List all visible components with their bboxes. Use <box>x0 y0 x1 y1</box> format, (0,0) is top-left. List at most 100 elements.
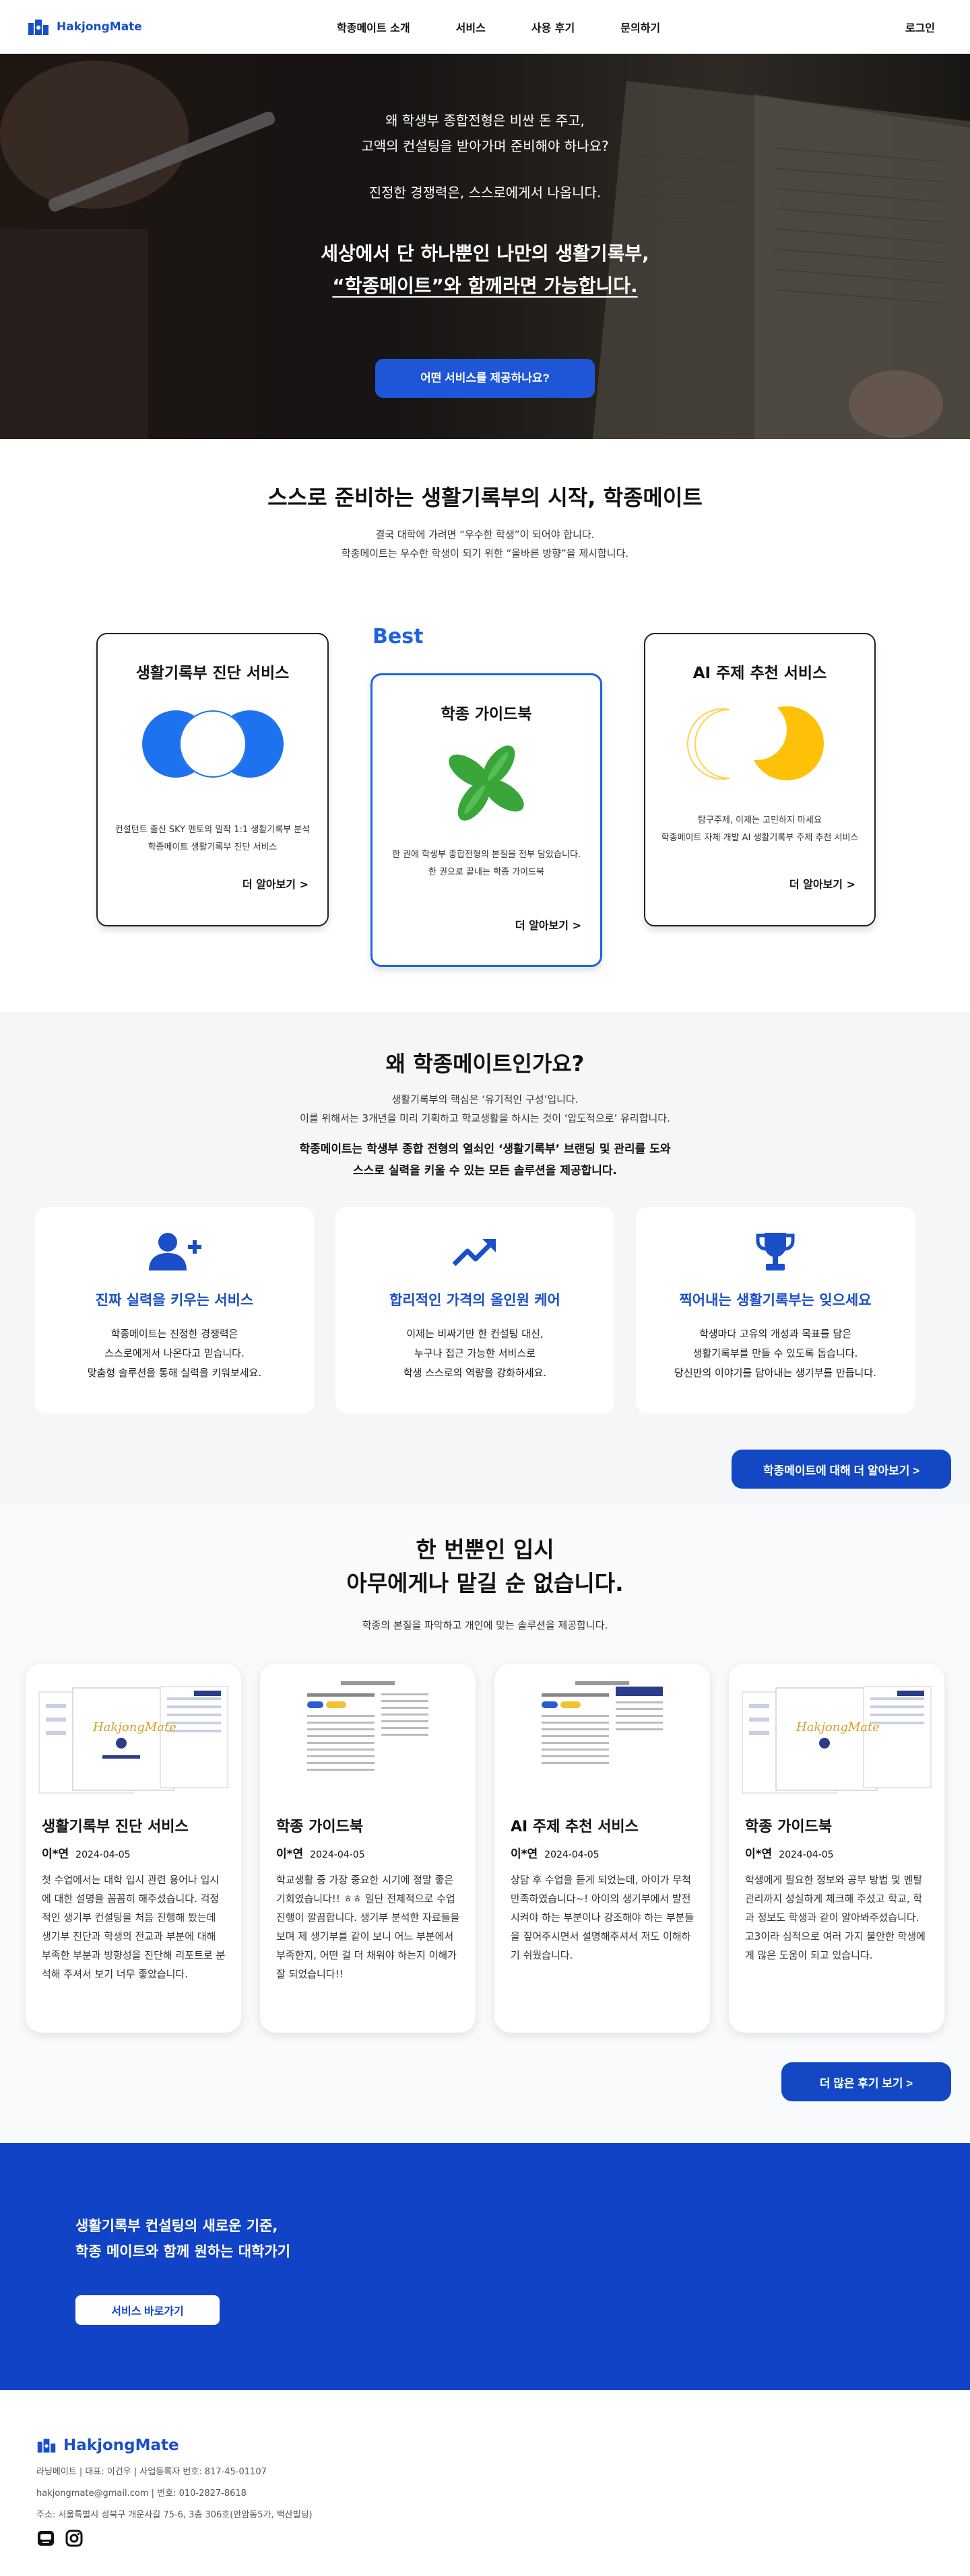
footer-logo[interactable]: HakjongMate <box>36 2436 179 2455</box>
card-title: 학종 가이드북 <box>441 706 532 723</box>
review-body: 첫 수업에서는 대학 입시 관련 용어나 입시에 대한 설명을 꼼꼼히 해주셨습… <box>42 1874 226 1980</box>
main-nav: 학종메이트 소개 서비스 사용 후기 문의하기 <box>337 19 660 35</box>
overlapping-circles-icon <box>141 710 284 778</box>
footer-address: 주소: 서울특별시 성북구 개운사길 75-6, 3층 306호(안암동5가, … <box>36 2510 313 2520</box>
clover-icon <box>449 745 524 821</box>
site-footer: HakjongMate 라닝메이트 | 대표: 이건우 | 사업등록자 번호: … <box>0 2390 970 2576</box>
logo-text: HakjongMate <box>57 20 142 34</box>
review-card[interactable]: HakjongMate 학종 가이드북 이*연 2024-04-05 학생에게 필… <box>729 1664 944 2033</box>
reviews-subtitle: 학종의 본질을 파악하고 개인에 맞는 솔루션을 제공합니다. <box>362 1619 608 1631</box>
review-card[interactable]: AI 주제 추천 서비스 이*연 2024-04-05 상담 후 수업을 듣게 되… <box>494 1664 710 2033</box>
why-card-title: 진짜 실력을 키우는 서비스 <box>95 1292 254 1308</box>
why-card-title: 찍어내는 생활기록부는 잊으세요 <box>679 1292 872 1308</box>
hero-headline-line2: “학종메이트”와 함께라면 가능합니다. <box>332 275 638 297</box>
logo[interactable]: HakjongMate <box>27 17 142 37</box>
login-link[interactable]: 로그인 <box>905 19 935 35</box>
why-card-line: 누구나 접근 가능한 서비스로 <box>414 1347 536 1359</box>
why-card-line: 맞춤형 솔루션을 통해 실력을 키워보세요. <box>87 1367 262 1379</box>
card-title: 생활기록부 진단 서비스 <box>135 665 290 682</box>
learn-more-button[interactable]: 학종메이트에 대해 더 알아보기 > <box>732 1450 951 1489</box>
thumbnail-logo: HakjongMate <box>92 1720 176 1734</box>
card-guidebook[interactable]: 학종 가이드북 한 권에 학생부 종합전형의 본질을 전부 담았습니다. 한 권… <box>370 673 602 967</box>
reviews-title-1: 한 번뿐인 입시 <box>416 1536 554 1563</box>
review-thumbnail: HakjongMate <box>26 1664 241 1808</box>
review-title: 학종 가이드북 <box>745 1819 833 1835</box>
card-title: AI 주제 추천 서비스 <box>692 665 827 682</box>
logo-icon <box>37 2439 56 2453</box>
review-date: 2024-04-05 <box>779 1850 834 1860</box>
review-date: 2024-04-05 <box>310 1850 365 1860</box>
review-card[interactable]: HakjongMate 생활기록부 진단 서비스 이*연 2024-04-05 첫… <box>26 1664 241 2033</box>
hero-headline-line1: 세상에서 단 하나뿐인 나만의 생활기록부, <box>321 242 649 265</box>
hero-services-button[interactable]: 어떤 서비스를 제공하나요? <box>375 359 595 398</box>
trending-up-icon <box>452 1239 496 1266</box>
report-preview-image: HakjongMate <box>38 1686 228 1794</box>
services-section: 스스로 준비하는 생활기록부의 시작, 학종메이트 결국 대학에 가려면 “우수… <box>0 481 970 1012</box>
why-card-line: 학종메이트는 진정한 경쟁력은 <box>110 1328 238 1340</box>
review-author: 이*연 <box>276 1848 304 1861</box>
review-date: 2024-04-05 <box>75 1850 131 1860</box>
blog-icon[interactable] <box>36 2529 55 2548</box>
cta-line-2: 학종 메이트와 함께 원하는 대학가기 <box>75 2243 291 2260</box>
services-subtitle-2: 학종메이트는 우수한 학생이 되기 위한 “올바른 방향”을 제시합니다. <box>341 547 629 560</box>
why-emphasis-1: 학종메이트는 학생부 종합 전형의 열쇠인 ‘생활기록부’ 브랜딩 및 관리를 … <box>299 1143 671 1156</box>
why-card-line: 이제는 비싸기만 한 컨설팅 대신, <box>406 1328 544 1340</box>
hero-section: 왜 학생부 종합전형은 비싼 돈 주고, 고액의 컨설팅을 받아가며 준비해야 … <box>0 54 970 439</box>
why-card-skill: 진짜 실력을 키우는 서비스 학종메이트는 진정한 경쟁력은 스스로에게서 나온… <box>35 1207 314 1413</box>
report-preview-image <box>300 1677 435 1798</box>
review-thumbnail <box>260 1664 476 1808</box>
review-title: 생활기록부 진단 서비스 <box>42 1819 189 1835</box>
nav-about[interactable]: 학종메이트 소개 <box>337 19 410 35</box>
services-title: 스스로 준비하는 생활기록부의 시작, 학종메이트 <box>267 485 703 510</box>
review-title: 학종 가이드북 <box>276 1819 364 1835</box>
why-subtitle-2: 이를 위해서는 3개년을 미리 기획하고 학교생활을 하시는 것이 ‘압도적으로… <box>300 1112 670 1124</box>
user-plus-icon <box>149 1233 201 1270</box>
footer-contact-info: hakjongmate@gmail.com | 번호: 010-2827-861… <box>36 2488 247 2499</box>
nav-reviews[interactable]: 사용 후기 <box>531 19 575 35</box>
cta-section: 생활기록부 컨설팅의 새로운 기준, 학종 메이트와 함께 원하는 대학가기 서… <box>0 2143 970 2390</box>
why-card-title: 합리적인 가격의 올인원 케어 <box>389 1292 560 1308</box>
review-thumbnail: HakjongMate <box>729 1664 944 1808</box>
card-desc-2: 한 권으로 끝내는 학종 가이드북 <box>428 867 544 877</box>
footer-logo-text: HakjongMate <box>63 2437 179 2454</box>
card-desc-1: 탐구주제, 이제는 고민하지 마세요 <box>698 815 822 825</box>
cta-line-1: 생활기록부 컨설팅의 새로운 기준, <box>75 2218 278 2234</box>
reviews-title-2: 아무에게나 맡길 순 없습니다. <box>346 1570 624 1596</box>
hero-question-line1: 왜 학생부 종합전형은 비싼 돈 주고, <box>385 112 585 129</box>
card-more-link[interactable]: 더 알아보기 > <box>515 916 581 933</box>
card-desc-2: 학종메이트 자체 개발 AI 생활기록부 주제 추천 서비스 <box>661 833 859 843</box>
why-card-line: 학생 스스로의 역량을 강화하세요. <box>403 1367 547 1379</box>
why-section: 왜 학종메이트인가요? 생활기록부의 핵심은 ‘유기적인 구성’입니다. 이를 … <box>0 1012 970 1503</box>
moon-icon <box>686 700 824 780</box>
review-card[interactable]: 학종 가이드북 이*연 2024-04-05 학교생활 중 가장 중요한 시기에 … <box>260 1664 476 2033</box>
card-more-link[interactable]: 더 알아보기 > <box>789 875 855 891</box>
why-card-line: 당신만의 이야기를 담아내는 생기부를 만듭니다. <box>674 1367 876 1379</box>
go-to-service-button[interactable]: 서비스 바로가기 <box>75 2295 220 2325</box>
more-reviews-button[interactable]: 더 많은 후기 보기 > <box>781 2062 951 2101</box>
nav-services[interactable]: 서비스 <box>456 19 486 35</box>
why-card-price: 합리적인 가격의 올인원 케어 이제는 비싸기만 한 컨설팅 대신, 누구나 접… <box>335 1207 614 1413</box>
why-card-line: 스스로에게서 나온다고 믿습니다. <box>104 1347 245 1359</box>
thumbnail-logo: HakjongMate <box>796 1720 880 1734</box>
review-date: 2024-04-05 <box>544 1850 600 1860</box>
hero-question-line2: 고액의 컨설팅을 받아가며 준비해야 하나요? <box>361 138 609 154</box>
review-author: 이*연 <box>42 1848 69 1861</box>
nav-contact[interactable]: 문의하기 <box>620 19 660 35</box>
logo-icon <box>28 19 48 35</box>
footer-company-info: 라닝메이트 | 대표: 이건우 | 사업등록자 번호: 817-45-01107 <box>36 2467 267 2477</box>
card-more-link[interactable]: 더 알아보기 > <box>243 875 309 891</box>
review-body: 학생에게 필요한 정보와 공부 방법 및 멘탈 관리까지 성실하게 체크해 주셨… <box>745 1874 926 1961</box>
why-card-line: 생활기록부를 만들 수 있도록 돕습니다. <box>692 1347 858 1359</box>
why-card-unique: 찍어내는 생활기록부는 잊으세요 학생마다 고유의 개성과 목표를 담은 생활기… <box>636 1207 915 1413</box>
services-subtitle-1: 결국 대학에 가려면 “우수한 학생”이 되어야 합니다. <box>375 529 595 541</box>
card-record-diagnosis[interactable]: 생활기록부 진단 서비스 컨설턴트 출신 SKY 멘토의 밀착 1:1 생활기록… <box>96 633 329 926</box>
card-desc-1: 한 권에 학생부 종합전형의 본질을 전부 담았습니다. <box>391 850 581 860</box>
report-preview-image <box>535 1677 670 1798</box>
card-desc-2: 학종메이트 생활기록부 진단 서비스 <box>148 842 278 852</box>
review-body: 상담 후 수업을 듣게 되었는데, 아이가 무척 만족하였습니다~! 아이의 생… <box>511 1874 694 1961</box>
best-label: Best <box>373 625 424 648</box>
site-header: HakjongMate 학종메이트 소개 서비스 사용 후기 문의하기 로그인 <box>0 0 970 54</box>
instagram-icon[interactable] <box>65 2529 84 2548</box>
card-ai-topics[interactable]: AI 주제 추천 서비스 탐구주제, 이제는 고민하지 마세요 학종메이트 자체… <box>644 633 876 926</box>
why-emphasis-2: 스스로 실력을 키울 수 있는 모든 솔루션을 제공합니다. <box>353 1164 617 1178</box>
